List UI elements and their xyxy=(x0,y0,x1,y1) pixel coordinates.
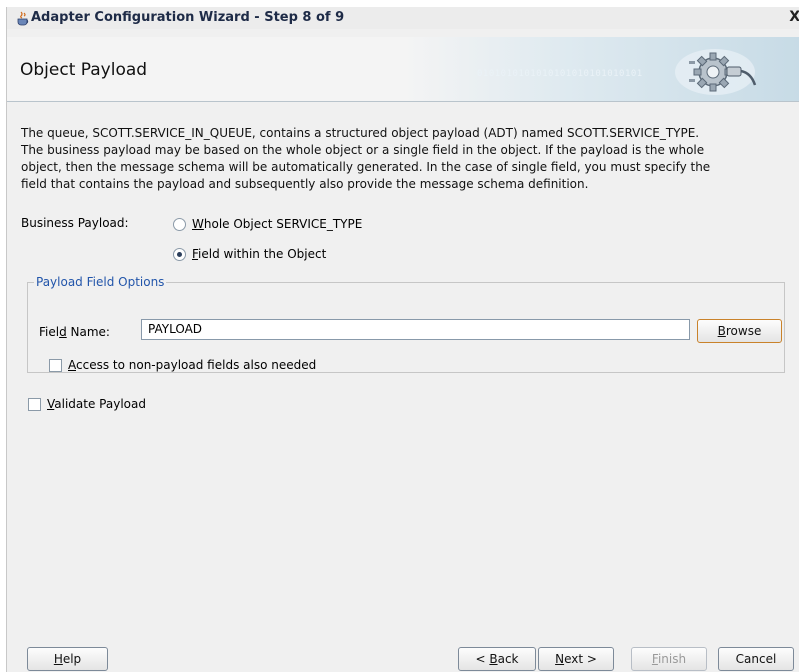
access-non-payload-checkbox-row[interactable]: Access to non-payload fields also needed xyxy=(49,358,316,372)
validate-payload-label: Validate Payload xyxy=(47,397,146,411)
radio-button-unchecked[interactable] xyxy=(173,217,186,231)
gear-plug-icon xyxy=(675,49,757,95)
page-title: Object Payload xyxy=(20,60,148,80)
description-line: object, then the message schema will be … xyxy=(21,160,711,174)
title-bar: Adapter Configuration Wizard - Step 8 of… xyxy=(7,7,799,29)
java-cup-icon xyxy=(17,11,29,26)
close-icon[interactable]: X xyxy=(789,9,799,25)
radio-field-within-object[interactable]: Field within the Object xyxy=(173,247,326,261)
field-name-label: Field Name: xyxy=(39,325,110,339)
window-title: Adapter Configuration Wizard - Step 8 of… xyxy=(31,10,345,25)
access-non-payload-label: Access to non-payload fields also needed xyxy=(68,358,317,372)
help-button[interactable]: Help xyxy=(27,647,108,671)
validate-payload-checkbox-row[interactable]: Validate Payload xyxy=(28,397,146,411)
browse-button[interactable]: Browse xyxy=(697,319,782,343)
field-name-input[interactable]: PAYLOAD xyxy=(141,319,690,340)
wizard-window: Adapter Configuration Wizard - Step 8 of… xyxy=(6,7,799,672)
description-line: The business payload may be based on the… xyxy=(21,143,705,157)
radio-button-checked[interactable] xyxy=(173,247,186,261)
validate-payload-checkbox[interactable] xyxy=(28,397,41,411)
finish-button[interactable]: Finish xyxy=(631,647,707,671)
description-line: The queue, SCOTT.SERVICE_IN_QUEUE, conta… xyxy=(21,126,700,140)
radio-field-within-object-label: Field within the Object xyxy=(192,247,327,261)
description: The queue, SCOTT.SERVICE_IN_QUEUE, conta… xyxy=(21,125,796,193)
radio-whole-object[interactable]: Whole Object SERVICE_TYPE xyxy=(173,217,362,231)
description-line: field that contains the payload and subs… xyxy=(21,177,589,191)
next-button[interactable]: Next > xyxy=(538,647,614,671)
back-button[interactable]: < Back xyxy=(458,647,536,671)
radio-whole-object-label: Whole Object SERVICE_TYPE xyxy=(192,217,363,231)
business-payload-label: Business Payload: xyxy=(21,216,129,230)
step-header: Object Payload 0101010101010101010101010… xyxy=(7,37,799,102)
access-non-payload-checkbox[interactable] xyxy=(49,358,62,372)
payload-field-options-legend: Payload Field Options xyxy=(36,275,165,289)
cancel-button[interactable]: Cancel xyxy=(718,647,794,671)
header-binary-decoration: 0101010101010101010101010101 xyxy=(477,69,643,79)
